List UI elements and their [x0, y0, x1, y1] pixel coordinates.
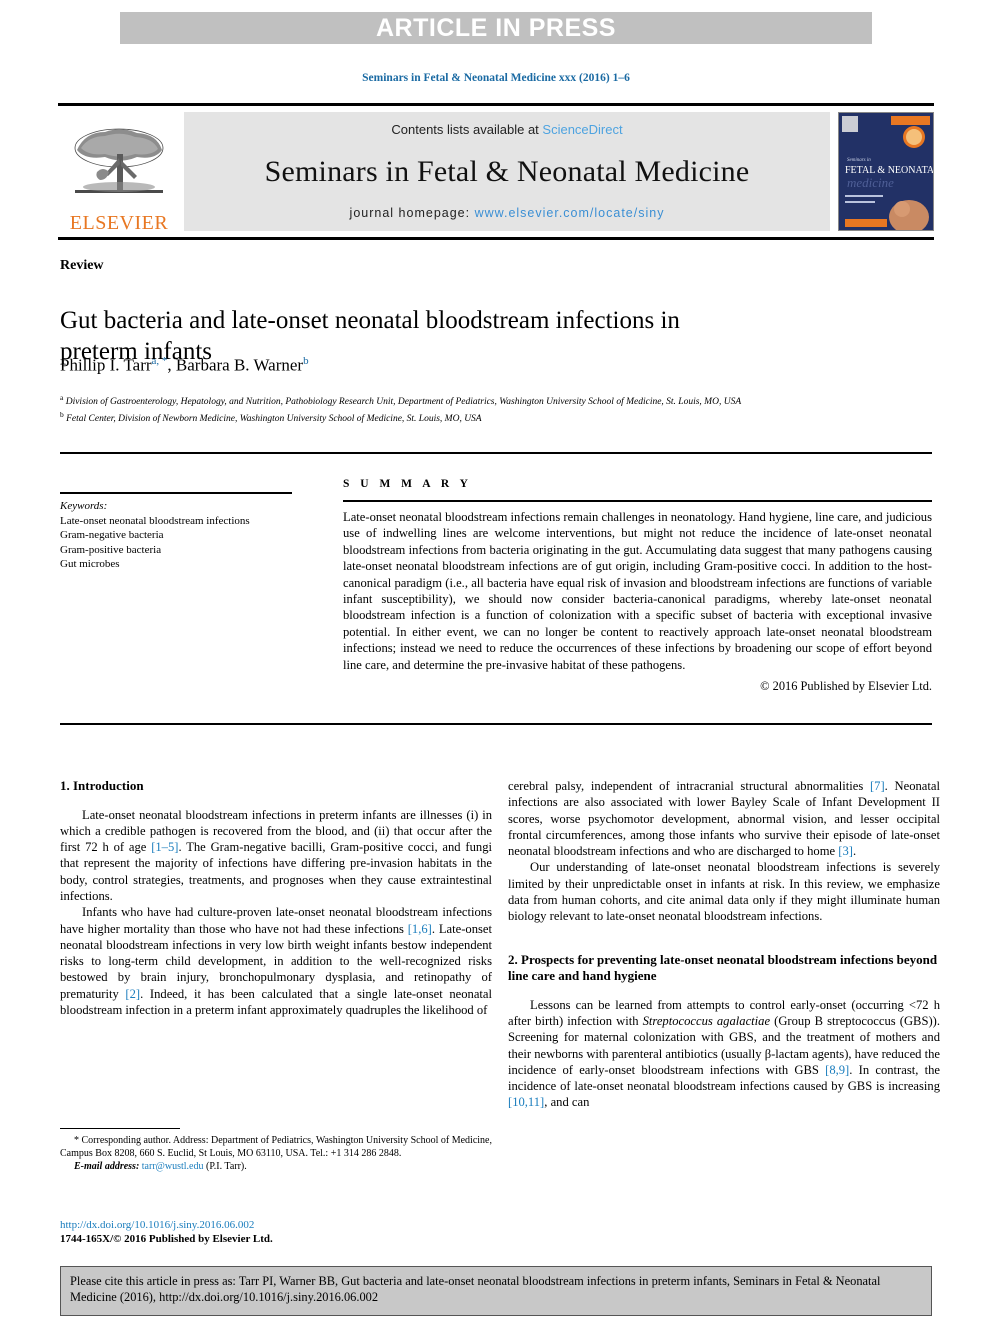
elsevier-tree-icon — [74, 128, 164, 193]
footnote-rule — [60, 1128, 180, 1129]
citation-ref[interactable]: [2] — [125, 987, 140, 1001]
affiliation-a: a Division of Gastroenterology, Hepatolo… — [60, 392, 850, 409]
body-column-left: 1. Introduction Late-onset neonatal bloo… — [60, 778, 492, 1018]
svg-text:Seminars in: Seminars in — [847, 158, 871, 163]
article-in-press-label: ARTICLE IN PRESS — [376, 13, 616, 42]
affiliation-b: b Fetal Center, Division of Newborn Medi… — [60, 409, 850, 426]
email-owner: (P.I. Tarr). — [205, 1161, 247, 1173]
contents-prefix: Contents lists available at — [391, 122, 543, 137]
keyword-item: Gram-positive bacteria — [60, 543, 162, 556]
article-in-press-banner: ARTICLE IN PRESS — [120, 12, 872, 44]
keywords-block: Keywords: Late-onset neonatal bloodstrea… — [60, 492, 310, 572]
section-heading-introduction: 1. Introduction — [60, 778, 144, 793]
affiliation-a-text: Division of Gastroenterology, Hepatology… — [65, 397, 742, 408]
homepage-prefix: journal homepage: — [349, 206, 475, 220]
journal-homepage-link[interactable]: www.elsevier.com/locate/siny — [475, 206, 665, 220]
footnote-block: * Corresponding author. Address: Departm… — [60, 1128, 492, 1174]
email-note: E-mail address: tarr@wustl.edu (P.I. Tar… — [60, 1160, 492, 1173]
summary-heading: S U M M A R Y — [343, 478, 472, 490]
summary-text: Late-onset neonatal bloodstream infectio… — [343, 510, 932, 672]
author-1-name: Phillip I. Tarr — [60, 355, 152, 375]
journal-cover-thumbnail: Seminars in FETAL & NEONATAL medicine — [838, 112, 934, 231]
citation-ref[interactable]: [3] — [838, 844, 853, 858]
keywords-rule — [60, 492, 292, 494]
elsevier-logo: ELSEVIER — [58, 110, 180, 237]
citation-ref[interactable]: [7] — [870, 779, 885, 793]
running-head: Seminars in Fetal & Neonatal Medicine xx… — [362, 72, 630, 84]
citation-ref[interactable]: [10,11] — [508, 1095, 544, 1109]
citation-ref[interactable]: [1–5] — [151, 840, 178, 854]
doi-link[interactable]: http://dx.doi.org/10.1016/j.siny.2016.06… — [60, 1218, 492, 1232]
author-separator: , Barbara B. Warner — [167, 355, 304, 375]
citation-ref[interactable]: [1,6] — [408, 922, 432, 936]
section-heading-prospects: 2. Prospects for preventing late-onset n… — [508, 951, 938, 984]
summary-block: S U M M A R Y Late-onset neonatal bloods… — [343, 478, 932, 694]
author-2-affiliation-marker[interactable]: b — [303, 355, 309, 367]
masthead-center-panel: Contents lists available at ScienceDirec… — [184, 112, 830, 231]
paragraph: Lessons can be learned from attempts to … — [508, 997, 940, 1111]
doi-block: http://dx.doi.org/10.1016/j.siny.2016.06… — [60, 1218, 492, 1246]
article-type-label: Review — [60, 258, 104, 273]
issn-copyright-line: 1744-165X/© 2016 Published by Elsevier L… — [60, 1233, 273, 1245]
citation-footer-box: Please cite this article in press as: Ta… — [60, 1266, 932, 1316]
journal-homepage-line: journal homepage: www.elsevier.com/locat… — [350, 206, 665, 220]
author-1-affiliation-marker[interactable]: a, * — [152, 355, 168, 367]
email-link[interactable]: tarr@wustl.edu — [142, 1161, 204, 1172]
corresponding-author-note: * Corresponding author. Address: Departm… — [60, 1135, 492, 1160]
elsevier-wordmark: ELSEVIER — [69, 212, 169, 234]
keyword-item: Gram-negative bacteria — [60, 529, 164, 541]
affiliation-b-marker: b — [60, 409, 64, 419]
contents-list-line: Contents lists available at ScienceDirec… — [391, 122, 622, 137]
journal-masthead: ELSEVIER Contents lists available at Sci… — [58, 103, 934, 240]
paragraph-text: cerebral palsy, independent of intracran… — [508, 779, 870, 793]
summary-top-rule — [60, 452, 932, 454]
journal-cover-artwork: Seminars in FETAL & NEONATAL medicine — [839, 113, 933, 230]
paragraph-text: . — [852, 844, 857, 859]
author-list: Phillip I. Tarra, *, Barbara B. Warnerb — [60, 355, 820, 376]
sciencedirect-link[interactable]: ScienceDirect — [542, 122, 622, 137]
citation-ref[interactable]: [8,9] — [825, 1063, 849, 1077]
affiliation-block: a Division of Gastroenterology, Hepatolo… — [60, 392, 850, 425]
email-address-label: E-mail address: — [74, 1161, 140, 1173]
keywords-heading: Keywords: — [60, 500, 108, 512]
paragraph: Late-onset neonatal bloodstream infectio… — [60, 807, 492, 905]
summary-copyright: © 2016 Published by Elsevier Ltd. — [760, 679, 932, 694]
svg-text:medicine: medicine — [847, 175, 894, 190]
species-name-italic: Streptococcus agalactiae — [642, 1013, 771, 1028]
summary-bottom-rule — [60, 723, 932, 725]
paragraph: Our understanding of late-onset neonatal… — [508, 860, 940, 924]
summary-inner-rule — [343, 500, 932, 502]
affiliation-a-marker: a — [60, 393, 64, 402]
affiliation-b-text: Fetal Center, Division of Newborn Medici… — [66, 413, 482, 424]
body-column-right: cerebral palsy, independent of intracran… — [508, 778, 940, 1111]
paragraph-text: , and can — [544, 1095, 590, 1110]
paragraph: cerebral palsy, independent of intracran… — [508, 778, 940, 859]
keyword-item: Late-onset neonatal bloodstream infectio… — [60, 514, 250, 527]
journal-title: Seminars in Fetal & Neonatal Medicine — [264, 154, 750, 188]
keyword-item: Gut microbes — [60, 558, 120, 570]
paragraph: Infants who have had culture-proven late… — [60, 904, 492, 1018]
